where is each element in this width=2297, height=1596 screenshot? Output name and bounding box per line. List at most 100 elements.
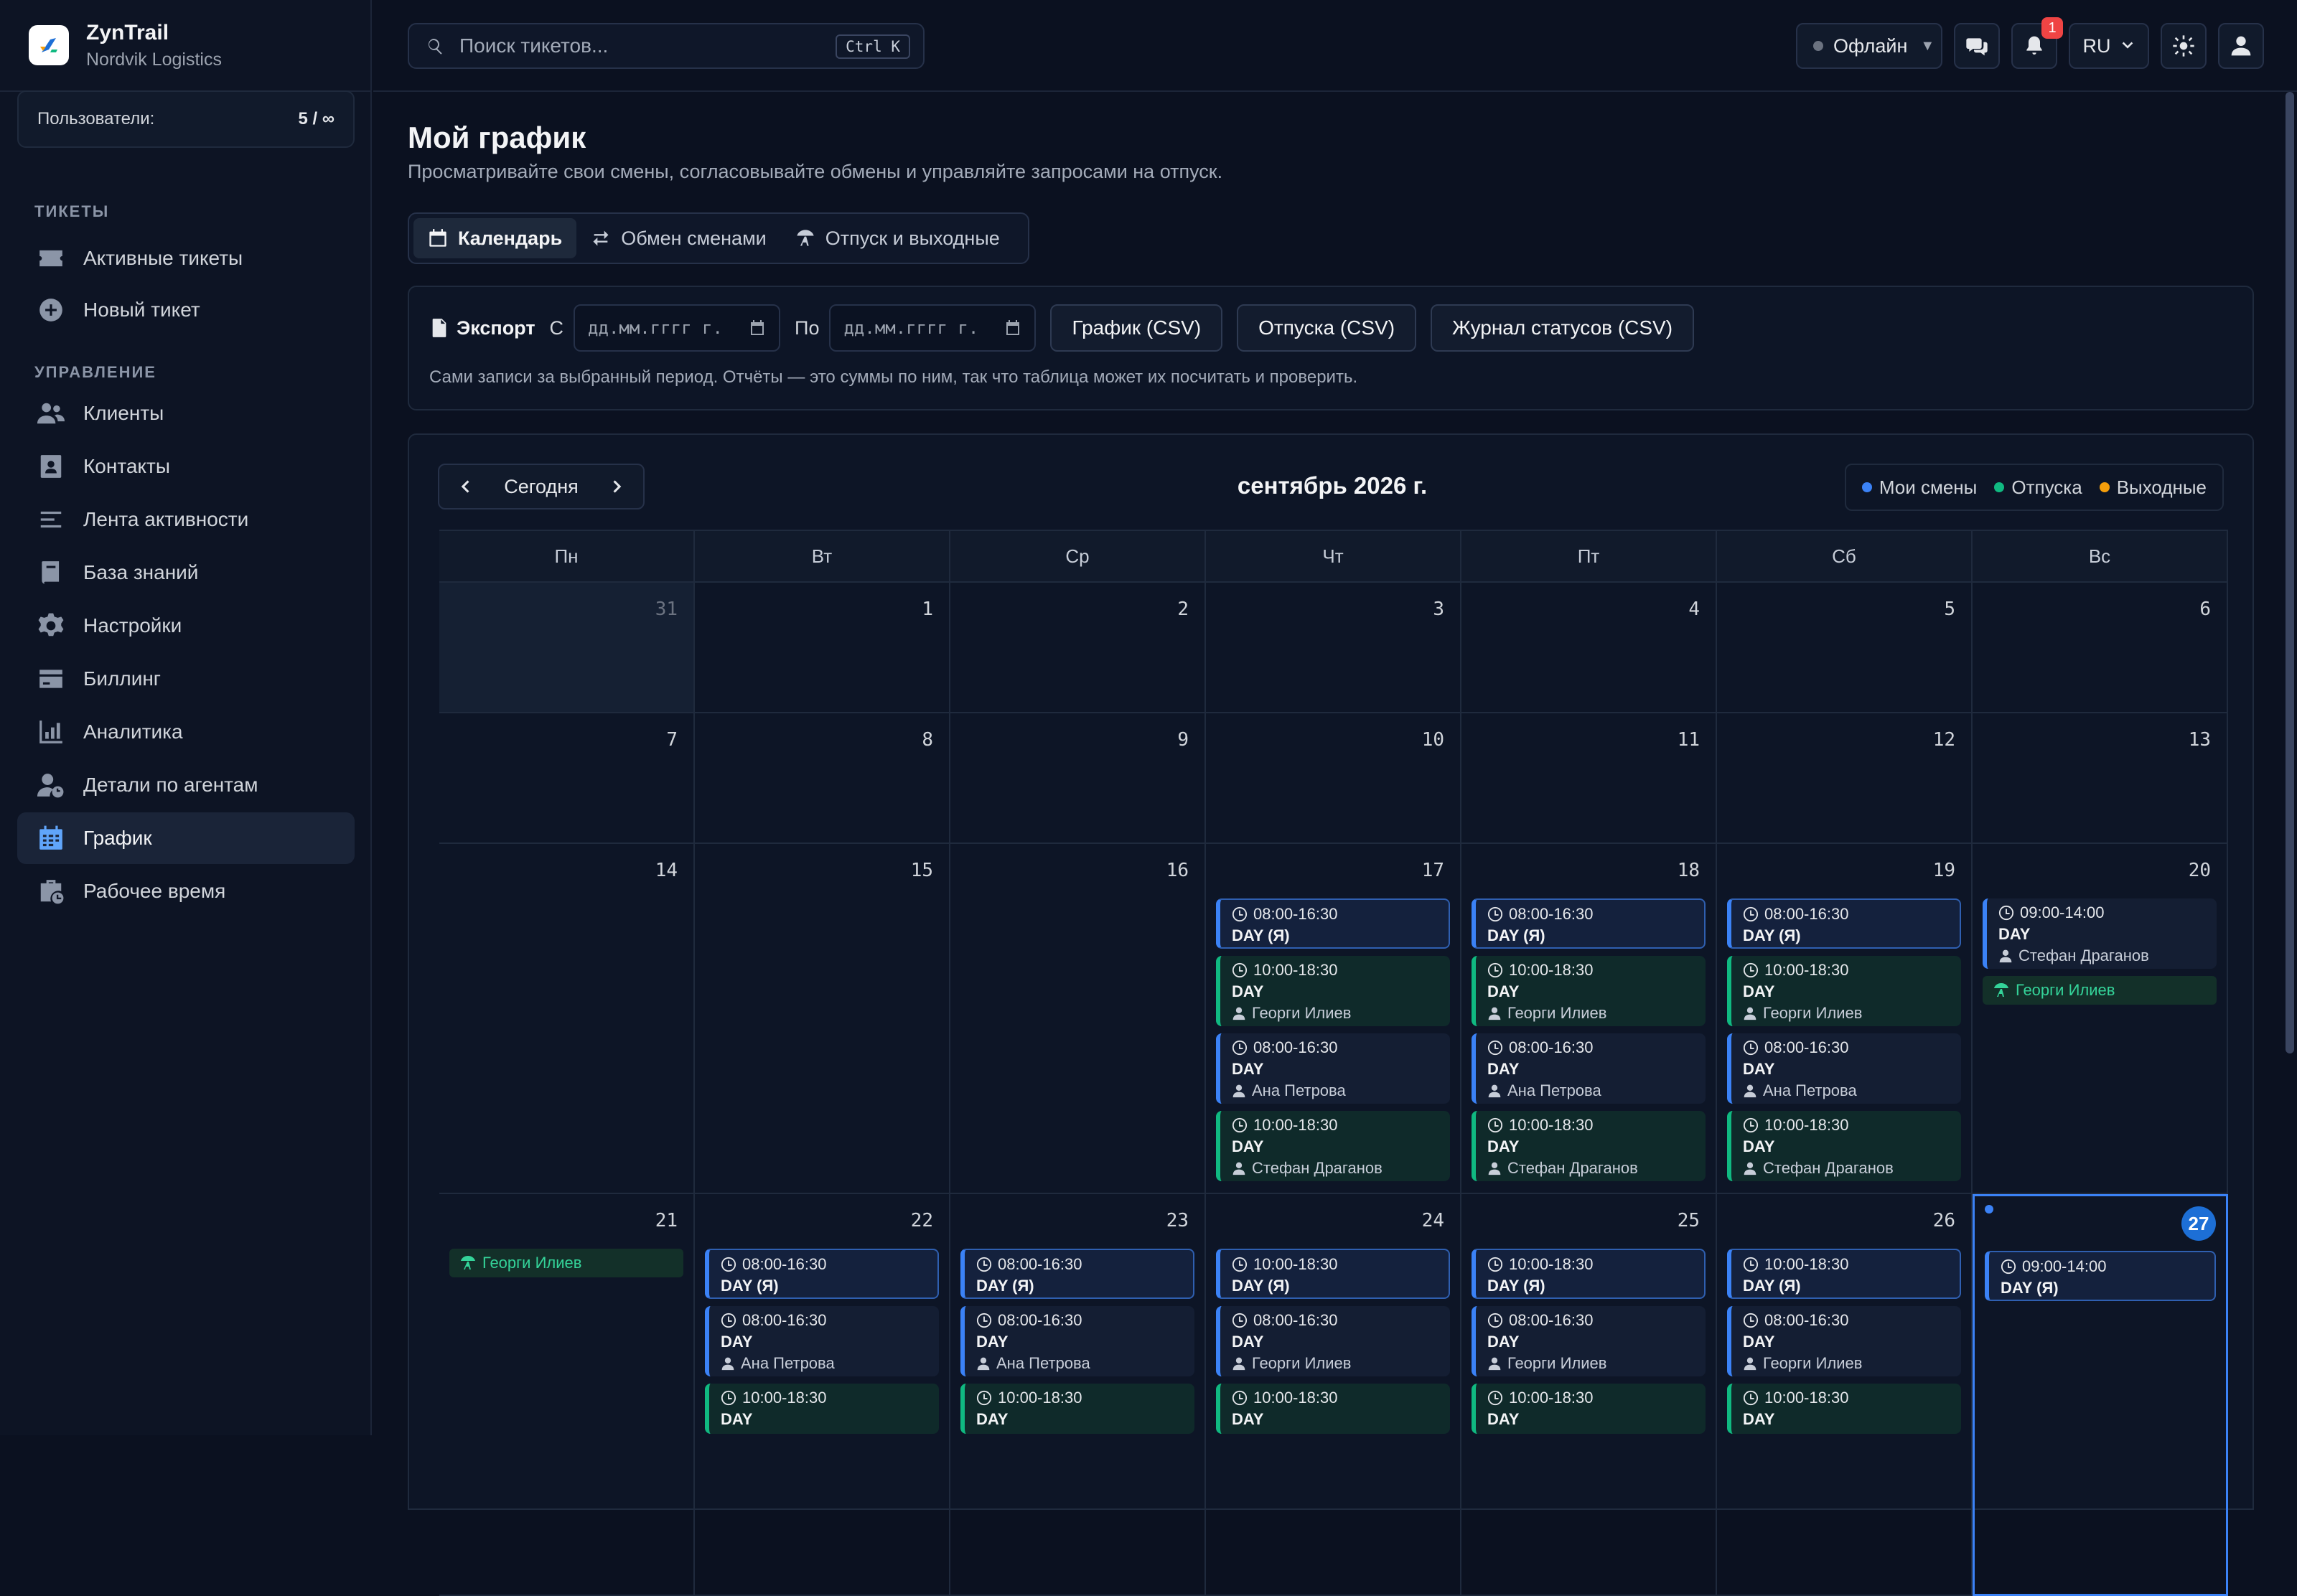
calendar-day-cell[interactable]: 8 (695, 713, 950, 844)
calendar-day-cell[interactable]: 6 (1973, 583, 2228, 713)
shift-event[interactable]: 08:00-16:30 DAY (Я) (960, 1249, 1194, 1299)
chevron-down-icon (2122, 42, 2133, 49)
tab-vacation[interactable]: Отпуск и выходные (781, 218, 1014, 258)
sidebar-item-7[interactable]: Биллинг (17, 653, 355, 705)
shift-event[interactable]: 08:00-16:30 DAY Георги Илиев (1727, 1306, 1961, 1376)
calendar-day-cell[interactable]: 2 (950, 583, 1206, 713)
status-dropdown[interactable]: Офлайн ▼ (1796, 23, 1942, 69)
shift-event[interactable]: 09:00-14:00 DAY Стефан Драганов (1983, 898, 2217, 969)
notifications-button[interactable]: 1 (2011, 17, 2063, 69)
calendar-day-cell[interactable]: 7 (439, 713, 695, 844)
vacation-event[interactable]: Георги Илиев (1983, 976, 2217, 1005)
sidebar-item-8[interactable]: Аналитика (17, 706, 355, 758)
shift-event[interactable]: 08:00-16:30 DAY Георги Илиев (1472, 1306, 1706, 1376)
shift-event[interactable]: 08:00-16:30 DAY Ана Петрова (1727, 1033, 1961, 1104)
calendar-day-cell[interactable]: 19 08:00-16:30 DAY (Я) 10:00-18:30 DAY Георги… (1717, 844, 1973, 1194)
sidebar-item-4[interactable]: Лента активности (17, 494, 355, 545)
shift-event[interactable]: 10:00-18:30 DAY (Я) (1472, 1249, 1706, 1299)
shift-event[interactable]: 10:00-18:30 DAY (1472, 1384, 1706, 1434)
calendar-day-cell[interactable]: 26 10:00-18:30 DAY (Я) 08:00-16:30 DAY Георги… (1717, 1194, 1973, 1596)
calendar-day-cell[interactable]: 24 10:00-18:30 DAY (Я) 08:00-16:30 DAY Георги… (1206, 1194, 1461, 1596)
clock-icon (1743, 906, 1759, 922)
calendar-day-cell[interactable]: 25 10:00-18:30 DAY (Я) 08:00-16:30 DAY Георги… (1461, 1194, 1717, 1596)
shift-event[interactable]: 08:00-16:30 DAY Ана Петрова (1472, 1033, 1706, 1104)
date-from-input[interactable]: дд.мм.гггг г. (574, 304, 781, 352)
calendar-day-cell[interactable]: 31 (439, 583, 695, 713)
calendar-day-cell[interactable]: 27 09:00-14:00 DAY (Я) (1973, 1194, 2228, 1596)
sidebar-item-5[interactable]: База знаний (17, 547, 355, 598)
users-counter: Пользователи: 5 / ∞ (17, 90, 355, 148)
calendar-day-cell[interactable]: 3 (1206, 583, 1461, 713)
shift-event[interactable]: 10:00-18:30 DAY Георги Илиев (1472, 956, 1706, 1026)
shift-event[interactable]: 10:00-18:30 DAY (Я) (1216, 1249, 1450, 1299)
calendar-day-cell[interactable]: 4 (1461, 583, 1717, 713)
shift-event[interactable]: 08:00-16:30 DAY Ана Петрова (1216, 1033, 1450, 1104)
sidebar-item-11[interactable]: Рабочее время (17, 865, 355, 917)
shift-event[interactable]: 08:00-16:30 DAY (Я) (1727, 898, 1961, 949)
calendar-day-cell[interactable]: 17 08:00-16:30 DAY (Я) 10:00-18:30 DAY Георги… (1206, 844, 1461, 1194)
sidebar-item-2[interactable]: Клиенты (17, 388, 355, 439)
weekday-header: Чт (1206, 530, 1461, 583)
shift-event[interactable]: 10:00-18:30 DAY (1216, 1384, 1450, 1434)
calendar-day-cell[interactable]: 11 (1461, 713, 1717, 844)
shift-time: 08:00-16:30 (1253, 1038, 1338, 1056)
calendar-day-cell[interactable]: 18 08:00-16:30 DAY (Я) 10:00-18:30 DAY Георги… (1461, 844, 1717, 1194)
tab-calendar[interactable]: Календарь (413, 218, 577, 258)
today-indicator (1985, 1205, 1993, 1214)
shift-event[interactable]: 10:00-18:30 DAY Стефан Драганов (1472, 1111, 1706, 1181)
calendar-day-cell[interactable]: 9 (950, 713, 1206, 844)
export-schedule-csv-button[interactable]: График (CSV) (1050, 304, 1223, 352)
shift-event[interactable]: 08:00-16:30 DAY (Я) (1216, 898, 1450, 949)
shift-event[interactable]: 10:00-18:30 DAY Георги Илиев (1216, 956, 1450, 1026)
shift-event[interactable]: 08:00-16:30 DAY Георги Илиев (1216, 1306, 1450, 1376)
calendar-day-cell[interactable]: 22 08:00-16:30 DAY (Я) 08:00-16:30 DAY Ана Пе… (695, 1194, 950, 1596)
calendar-day-cell[interactable]: 12 (1717, 713, 1973, 844)
shift-event[interactable]: 10:00-18:30 DAY (705, 1384, 939, 1434)
shift-event[interactable]: 09:00-14:00 DAY (Я) (1985, 1251, 2216, 1301)
shift-event[interactable]: 10:00-18:30 DAY Георги Илиев (1727, 956, 1961, 1026)
shift-event[interactable]: 10:00-18:30 DAY Стефан Драганов (1216, 1111, 1450, 1181)
sidebar-item-9[interactable]: Детали по агентам (17, 759, 355, 811)
shift-event[interactable]: 10:00-18:30 DAY Стефан Драганов (1727, 1111, 1961, 1181)
theme-toggle[interactable] (2161, 23, 2207, 69)
chat-button[interactable] (1954, 23, 2000, 69)
calendar-day-cell[interactable]: 14 (439, 844, 695, 1194)
profile-button[interactable] (2218, 23, 2264, 69)
shift-event[interactable]: 10:00-18:30 DAY (Я) (1727, 1249, 1961, 1299)
sidebar-item-0[interactable]: Активные тикеты (17, 233, 355, 284)
tab-shift-swap[interactable]: Обмен сменами (576, 218, 781, 258)
shift-event[interactable]: 10:00-18:30 DAY (960, 1384, 1194, 1434)
calendar-day-cell[interactable]: 21 Георги Илиев (439, 1194, 695, 1596)
sidebar-item-10[interactable]: График (17, 812, 355, 864)
sidebar-item-6[interactable]: Настройки (17, 600, 355, 652)
calendar-day-cell[interactable]: 20 09:00-14:00 DAY Стефан Драганов Георги Ил… (1973, 844, 2228, 1194)
calendar-day-cell[interactable]: 1 (695, 583, 950, 713)
sidebar-item-1[interactable]: Новый тикет (17, 284, 355, 336)
calendar-day-cell[interactable]: 16 (950, 844, 1206, 1194)
vacation-event[interactable]: Георги Илиев (449, 1249, 683, 1277)
calendar-day-cell[interactable]: 10 (1206, 713, 1461, 844)
calendar-day-cell[interactable]: 5 (1717, 583, 1973, 713)
shift-event[interactable]: 08:00-16:30 DAY Ана Петрова (705, 1306, 939, 1376)
shift-event[interactable]: 08:00-16:30 DAY (Я) (705, 1249, 939, 1299)
shift-person: Георги Илиев (1507, 1354, 1607, 1372)
day-number: 8 (922, 729, 933, 751)
date-to-input[interactable]: дд.мм.гггг г. (829, 304, 1037, 352)
page-scrollbar[interactable] (2286, 92, 2294, 1053)
calendar-day-cell[interactable]: 23 08:00-16:30 DAY (Я) 08:00-16:30 DAY Ана Пе… (950, 1194, 1206, 1596)
beach-icon (461, 1256, 475, 1269)
language-select[interactable]: RU (2069, 23, 2149, 69)
export-status-log-csv-button[interactable]: Журнал статусов (CSV) (1431, 304, 1695, 352)
brand[interactable]: ZynTrail Nordvik Logistics (0, 0, 370, 92)
shift-event[interactable]: 10:00-18:30 DAY (1727, 1384, 1961, 1434)
shift-person: Ана Петрова (741, 1354, 835, 1372)
shift-event[interactable]: 08:00-16:30 DAY (Я) (1472, 898, 1706, 949)
calendar-day-cell[interactable]: 15 (695, 844, 950, 1194)
sidebar-item-3[interactable]: Контакты (17, 441, 355, 492)
shift-time: 10:00-18:30 (1253, 1389, 1338, 1407)
shift-event[interactable]: 08:00-16:30 DAY Ана Петрова (960, 1306, 1194, 1376)
calendar-day-cell[interactable]: 13 (1973, 713, 2228, 844)
shift-time: 08:00-16:30 (998, 1255, 1082, 1273)
search-input[interactable]: Поиск тикетов... Ctrl K (408, 23, 925, 69)
export-vacations-csv-button[interactable]: Отпуска (CSV) (1237, 304, 1417, 352)
